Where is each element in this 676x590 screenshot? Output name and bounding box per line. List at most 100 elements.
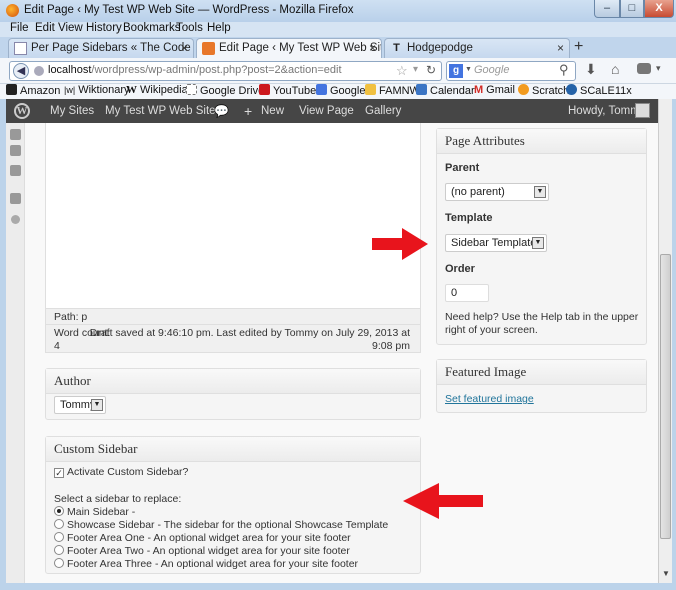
tab-edit-page[interactable]: Edit Page ‹ My Test WP Web Site — ... × (196, 38, 382, 59)
radio-icon[interactable] (54, 558, 64, 568)
scroll-down-icon[interactable]: ▼ (662, 569, 670, 578)
window-title-bar: Edit Page ‹ My Test WP Web Site — WordPr… (0, 0, 676, 22)
my-sites-link[interactable]: My Sites (50, 99, 94, 123)
bookmark-famnw[interactable]: FAMNW (365, 84, 420, 97)
toolbar-menu-icon[interactable]: ▾ (656, 63, 661, 74)
wordpress-logo-icon[interactable]: W (14, 103, 30, 119)
set-featured-image-link[interactable]: Set featured image (445, 393, 534, 405)
comments-icon[interactable]: 💬 (214, 99, 229, 123)
bookmark-scale11x[interactable]: SCaLE11x (566, 84, 632, 97)
maximize-button[interactable]: □ (620, 0, 644, 18)
download-icon[interactable]: ⬇ (585, 61, 597, 78)
search-box[interactable]: g ▼ Google ⚲ (446, 61, 576, 81)
bookmark-wikipedia[interactable]: W Wikipedia (126, 84, 188, 96)
menu-bookmarks[interactable]: Bookmarks (123, 22, 181, 34)
site-name-link[interactable]: My Test WP Web Site (105, 99, 216, 123)
checkbox-checked-icon[interactable]: ✓ (54, 468, 64, 478)
page-icon (186, 84, 197, 95)
home-icon[interactable]: ⌂ (611, 61, 619, 77)
sidebar-option-main[interactable]: Main Sidebar - (54, 506, 135, 518)
author-box: Author Tommy ▼ (45, 368, 421, 420)
howdy-user[interactable]: Howdy, Tommy (568, 99, 646, 123)
star-icon[interactable]: ☆ (396, 63, 408, 79)
google-engine-icon[interactable]: g (449, 64, 463, 78)
bookmark-scratch[interactable]: Scratch (518, 84, 569, 97)
page-attributes-box: Page Attributes Parent (no parent) ▼ Tem… (436, 128, 647, 345)
template-select[interactable]: Sidebar Template ▼ (445, 234, 547, 252)
sidebar-option-showcase[interactable]: Showcase Sidebar - The sidebar for the o… (54, 519, 388, 531)
activate-sidebar-checkbox[interactable]: ✓ Activate Custom Sidebar? (54, 466, 188, 478)
parent-select[interactable]: (no parent) ▼ (445, 183, 549, 201)
menu-view[interactable]: View (58, 22, 83, 34)
order-input[interactable]: 0 (445, 284, 489, 302)
wikipedia-icon: W (126, 84, 137, 96)
gallery-link[interactable]: Gallery (365, 99, 401, 123)
custom-sidebar-box: Custom Sidebar ✓ Activate Custom Sidebar?… (45, 436, 421, 574)
tab-hodgepodge[interactable]: T Hodgepodge × (384, 38, 570, 58)
tab-close-icon[interactable]: × (369, 39, 376, 57)
bookmark-gmail[interactable]: M Gmail (474, 84, 515, 96)
minimize-button[interactable]: – (594, 0, 620, 18)
new-content-link[interactable]: New (261, 99, 284, 123)
bookmark-wiktionary[interactable]: |w| Wiktionary (64, 84, 130, 96)
menu-edit[interactable]: Edit (35, 22, 55, 34)
help-text: Need help? Use the Help tab in the upper… (445, 311, 639, 336)
avatar[interactable] (635, 103, 650, 118)
navigation-bar: ◀ localhost/wordpress/wp-admin/post.php?… (0, 58, 676, 84)
menu-file[interactable]: File (10, 22, 29, 34)
comments-menu-icon[interactable] (10, 129, 21, 140)
menu-history[interactable]: History (86, 22, 122, 34)
new-tab-button[interactable]: + (574, 39, 583, 55)
tab-label: Per Page Sidebars « The Code Cave (31, 42, 193, 54)
bookmark-amazon[interactable]: Amazon (6, 84, 60, 97)
users-menu-icon[interactable] (10, 193, 21, 204)
back-icon[interactable]: ◀ (13, 63, 29, 79)
vertical-scrollbar[interactable]: ▼ (658, 99, 672, 583)
close-window-button[interactable]: X (644, 0, 674, 18)
bookmark-calendar[interactable]: Calendar (416, 84, 475, 97)
dropdown-icon[interactable]: ▾ (413, 64, 418, 75)
editor-path: Path: p (54, 311, 88, 323)
view-page-link[interactable]: View Page (299, 99, 354, 123)
url-text: localhost/wordpress/wp-admin/post.php?po… (48, 64, 342, 76)
engine-dropdown-icon[interactable]: ▼ (465, 66, 472, 73)
plugins-menu-icon[interactable] (10, 165, 21, 176)
bookmark-google-drive[interactable]: Google Drive (186, 84, 264, 97)
folder-icon (365, 84, 376, 95)
menu-tools[interactable]: Tools (176, 22, 203, 34)
appearance-menu-icon[interactable] (10, 145, 21, 156)
select-sidebar-label: Select a sidebar to replace: (54, 493, 182, 505)
editor-status: Path: p Word count: 4 Draft saved at 9:4… (45, 308, 421, 353)
tab-close-icon[interactable]: × (181, 39, 188, 57)
red-arrow-icon (403, 483, 483, 519)
menu-help[interactable]: Help (207, 22, 231, 34)
collapse-menu-icon[interactable] (11, 215, 20, 224)
calendar-icon (416, 84, 427, 95)
author-select[interactable]: Tommy ▼ (54, 396, 106, 414)
sidebar-option-footer-three[interactable]: Footer Area Three - An optional widget a… (54, 558, 358, 570)
sidebar-option-footer-one[interactable]: Footer Area One - An optional widget are… (54, 532, 351, 544)
radio-icon[interactable] (54, 545, 64, 555)
new-plus-icon[interactable]: + (244, 99, 252, 123)
bookmark-google[interactable]: Google (316, 84, 365, 97)
extension-icon[interactable] (637, 63, 651, 74)
tab-close-icon[interactable]: × (557, 39, 564, 57)
radio-selected-icon[interactable] (54, 506, 64, 516)
scrollbar-thumb[interactable] (660, 254, 671, 539)
draft-saved-text: Draft saved at 9:46:10 pm. Last edited b… (89, 327, 410, 339)
radio-icon[interactable] (54, 532, 64, 542)
tab-bar: Per Page Sidebars « The Code Cave × Edit… (0, 37, 676, 59)
tab-code-cave[interactable]: Per Page Sidebars « The Code Cave × (8, 38, 194, 58)
order-label: Order (445, 263, 475, 275)
bookmark-youtube[interactable]: YouTube (259, 84, 316, 97)
radio-icon[interactable] (54, 519, 64, 529)
menu-bar: File Edit View History Bookmarks Tools H… (0, 22, 676, 37)
url-bar[interactable]: ◀ localhost/wordpress/wp-admin/post.php?… (9, 61, 442, 81)
page-icon (14, 42, 27, 55)
wp-admin-bar: W My Sites My Test WP Web Site 💬 + New V… (6, 99, 658, 123)
site-identity-icon[interactable] (34, 66, 44, 76)
sidebar-option-footer-two[interactable]: Footer Area Two - An optional widget are… (54, 545, 350, 557)
search-icon[interactable]: ⚲ (559, 62, 569, 78)
reload-icon[interactable]: ↻ (426, 63, 436, 77)
t-icon: T (393, 42, 400, 54)
